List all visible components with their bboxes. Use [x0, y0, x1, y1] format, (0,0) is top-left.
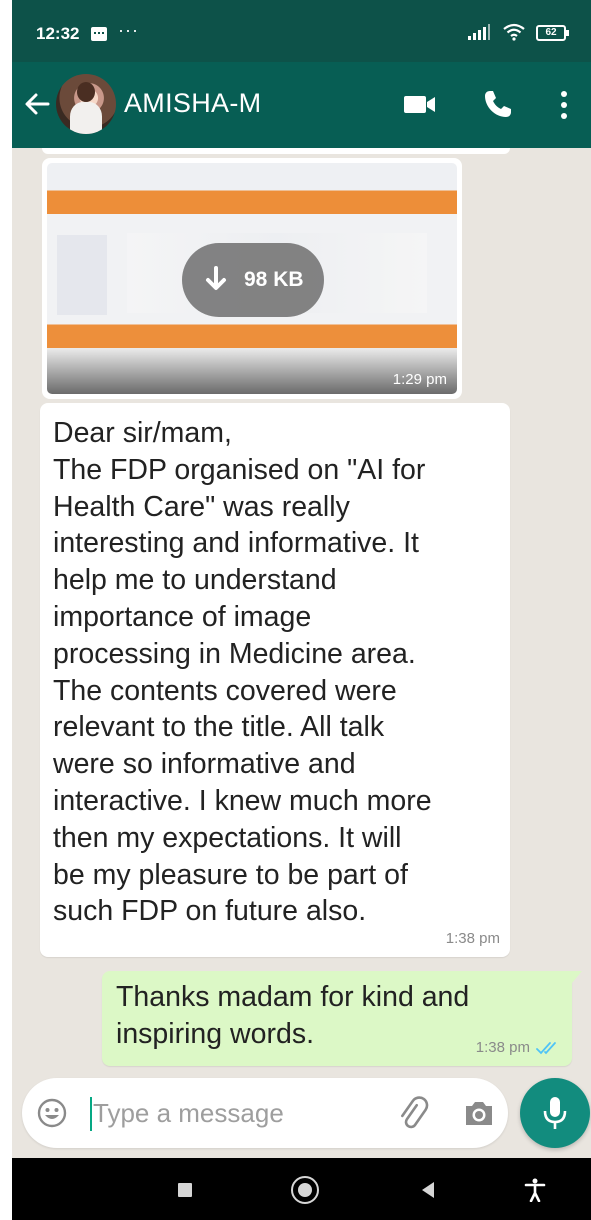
emoji-icon[interactable] [36, 1097, 68, 1129]
download-button[interactable]: 98 KB [182, 243, 324, 317]
double-tick-icon [536, 1041, 556, 1054]
phone-screen: 12:32 ··· 62 AMISHA-M 98 KB 1:29 pm Dear… [12, 0, 591, 1220]
nav-back-icon[interactable] [421, 1181, 435, 1199]
phone-icon[interactable] [482, 88, 514, 120]
download-icon [206, 266, 226, 290]
wifi-icon [503, 23, 525, 41]
message-input[interactable] [93, 1092, 373, 1134]
chat-area[interactable]: 98 KB 1:29 pm Dear sir/mam, The FDP orga… [12, 148, 591, 1068]
accessibility-icon[interactable] [524, 1178, 546, 1202]
attach-icon[interactable] [396, 1096, 430, 1130]
battery-icon: 62 [536, 25, 569, 41]
image-message[interactable]: 98 KB 1:29 pm [42, 158, 462, 399]
status-bar: 12:32 ··· 62 [12, 0, 591, 62]
recent-apps-icon[interactable] [178, 1183, 192, 1197]
image-preview[interactable]: 98 KB 1:29 pm [47, 163, 457, 394]
signal-icon [468, 24, 490, 40]
incoming-message[interactable]: Dear sir/mam, The FDP organised on "AI f… [40, 403, 510, 957]
status-time: 12:32 [36, 24, 80, 43]
contact-name[interactable]: AMISHA-M [124, 88, 261, 119]
home-icon[interactable] [291, 1176, 319, 1204]
camera-icon[interactable] [462, 1098, 496, 1128]
mic-icon [543, 1097, 567, 1129]
download-size: 98 KB [244, 268, 304, 291]
message-time: 1:29 pm [392, 371, 447, 388]
avatar[interactable] [56, 74, 116, 134]
previous-message-bubble [42, 148, 510, 154]
voice-message-button[interactable] [520, 1078, 590, 1148]
blurred-preview-content [57, 235, 107, 315]
text-cursor [90, 1097, 92, 1131]
status-more-notifications: ··· [118, 20, 139, 40]
avatar-body [70, 102, 102, 134]
chat-header: AMISHA-M [12, 62, 591, 148]
message-text: Dear sir/mam, The FDP organised on "AI f… [53, 417, 432, 928]
message-time: 1:38 pm [475, 1039, 530, 1056]
message-text: Thanks madam for kind and inspiring word… [116, 981, 470, 1050]
message-composer [22, 1078, 508, 1148]
message-meta: 1:38 pm [476, 1039, 560, 1056]
more-vert-icon[interactable] [556, 88, 572, 122]
message-notification-icon [91, 27, 107, 41]
back-arrow-icon[interactable] [22, 84, 52, 124]
message-time: 1:38 pm [445, 930, 500, 947]
avatar-head [77, 82, 95, 102]
system-navigation-bar [12, 1158, 591, 1220]
outgoing-message[interactable]: Thanks madam for kind and inspiring word… [102, 971, 582, 1066]
video-call-icon[interactable] [402, 90, 438, 118]
